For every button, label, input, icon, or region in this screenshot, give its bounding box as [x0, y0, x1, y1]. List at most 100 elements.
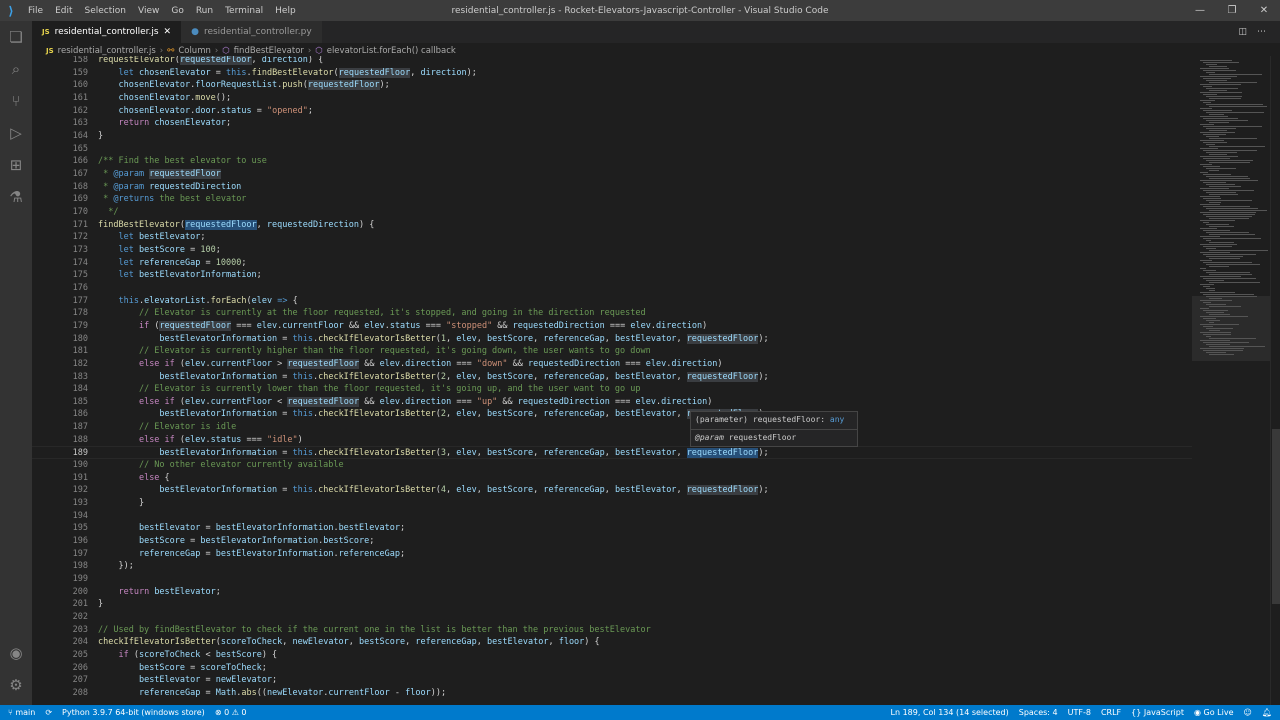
code-line[interactable]: 195 bestElevator = bestElevatorInformati… [32, 522, 1192, 535]
code-line[interactable]: 206 bestScore = scoreToCheck; [32, 662, 1192, 675]
code-line[interactable]: 203 // Used by findBestElevator to check … [32, 624, 1192, 637]
code-line[interactable]: 201} [32, 598, 1192, 611]
code-line[interactable]: 187 // Elevator is idle [32, 421, 1192, 434]
code-line[interactable]: 174 let referenceGap = 10000; [32, 257, 1192, 270]
code-line[interactable]: 168 * @param requestedDirection [32, 181, 1192, 194]
account-icon[interactable]: ◉ [0, 637, 32, 669]
extensions-icon[interactable]: ⊞ [0, 149, 32, 181]
code-line[interactable]: 172 let bestElevator; [32, 231, 1192, 244]
code-line[interactable]: 182 else if (elev.currentFloor > request… [32, 358, 1192, 371]
menu-terminal[interactable]: Terminal [225, 6, 263, 16]
menu-file[interactable]: File [28, 6, 43, 16]
cursor-position[interactable]: Ln 189, Col 134 (14 selected) [891, 708, 1009, 717]
code-token: - [389, 688, 406, 698]
code-line[interactable]: 199 [32, 573, 1192, 586]
code-line[interactable]: 208 referenceGap = Math.abs((newElevator… [32, 687, 1192, 700]
split-editor-icon[interactable]: ◫ [1238, 27, 1247, 37]
code-line[interactable]: 169 * @returns the best elevator [32, 193, 1192, 206]
breadcrumb-file[interactable]: residential_controller.js [58, 46, 156, 56]
line-number: 193 [72, 498, 88, 509]
code-line[interactable]: 166 /** Find the best elevator to use [32, 155, 1192, 168]
menu-selection[interactable]: Selection [85, 6, 126, 16]
close-window-icon[interactable]: ✕ [1248, 0, 1280, 21]
code-line[interactable]: 170 */ [32, 206, 1192, 219]
code-line[interactable]: 207 bestElevator = newElevator; [32, 674, 1192, 687]
code-line[interactable]: 180 bestElevatorInformation = this.check… [32, 333, 1192, 346]
tab-residential-controller-js[interactable]: JS residential_controller.js ✕ [32, 21, 182, 43]
close-tab-icon[interactable]: ✕ [164, 27, 172, 37]
code-line[interactable]: 196 bestScore = bestElevatorInformation.… [32, 535, 1192, 548]
code-line[interactable]: 160 chosenElevator.floorRequestList.push… [32, 79, 1192, 92]
code-line[interactable]: 184 // Elevator is currently lower than … [32, 383, 1192, 396]
indentation[interactable]: Spaces: 4 [1019, 708, 1058, 717]
code-token: 10000 [215, 257, 242, 268]
tab-residential-controller-py[interactable]: ● residential_controller.py [181, 21, 322, 43]
go-live-button[interactable]: ◉ Go Live [1194, 708, 1234, 717]
code-line[interactable]: 159 let chosenElevator = this.findBestEl… [32, 67, 1192, 80]
encoding[interactable]: UTF-8 [1068, 708, 1091, 717]
search-icon[interactable]: ⌕ [0, 53, 32, 85]
minimap-line [1209, 106, 1268, 107]
code-line[interactable]: 181 // Elevator is currently higher than… [32, 345, 1192, 358]
code-line[interactable]: 190 // No other elevator currently avail… [32, 459, 1192, 472]
code-line[interactable]: 176 [32, 282, 1192, 295]
code-line[interactable]: 185 else if (elev.currentFloor < request… [32, 396, 1192, 409]
code-line[interactable]: 167 * @param requestedFloor [32, 168, 1192, 181]
run-debug-icon[interactable]: ▷ [0, 117, 32, 149]
code-line[interactable]: 177 this.elevatorList.forEach(elev => { [32, 295, 1192, 308]
scrollbar-thumb[interactable] [1272, 429, 1280, 604]
code-line[interactable]: 202 [32, 611, 1192, 624]
sync-icon[interactable]: ⟳ [45, 708, 52, 717]
code-line[interactable]: 204 checkIfElevatorIsBetter(scoreToCheck,… [32, 636, 1192, 649]
code-line[interactable]: 175 let bestElevatorInformation; [32, 269, 1192, 282]
code-line[interactable]: 188 else if (elev.status === "idle") [32, 434, 1192, 447]
menu-run[interactable]: Run [196, 6, 213, 16]
restore-icon[interactable]: ❐ [1216, 0, 1248, 21]
code-line[interactable]: 183 bestElevatorInformation = this.check… [32, 371, 1192, 384]
source-control-icon[interactable]: ⑂ [0, 85, 32, 117]
menu-go[interactable]: Go [171, 6, 183, 16]
vertical-scrollbar[interactable] [1270, 56, 1280, 705]
code-line[interactable]: 198 }); [32, 560, 1192, 573]
code-line[interactable]: 186 bestElevatorInformation = this.check… [32, 408, 1192, 421]
code-line[interactable]: 162 chosenElevator.door.status = "opened… [32, 105, 1192, 118]
code-line[interactable]: 197 referenceGap = bestElevatorInformati… [32, 548, 1192, 561]
breadcrumb-callback[interactable]: elevatorList.forEach() callback [327, 46, 456, 56]
testing-icon[interactable]: ⚗ [0, 181, 32, 213]
minimize-icon[interactable]: — [1184, 0, 1216, 21]
notifications-icon[interactable]: 🔔︎ [1262, 708, 1272, 717]
code-line[interactable]: 158 requestElevator(requestedFloor, direc… [32, 56, 1192, 67]
code-line[interactable]: 178 // Elevator is currently at the floo… [32, 307, 1192, 320]
branch-indicator[interactable]: ⑂ main [8, 708, 35, 717]
code-line[interactable]: 163 return chosenElevator; [32, 117, 1192, 130]
code-editor[interactable]: 158 requestElevator(requestedFloor, direc… [32, 56, 1192, 705]
code-line[interactable]: 193 } [32, 497, 1192, 510]
breadcrumb-method[interactable]: findBestElevator [234, 46, 304, 56]
code-line[interactable]: 189 bestElevatorInformation = this.check… [32, 446, 1192, 460]
code-line[interactable]: 179 if (requestedFloor === elev.currentF… [32, 320, 1192, 333]
code-line[interactable]: 192 bestElevatorInformation = this.check… [32, 484, 1192, 497]
code-line[interactable]: 191 else { [32, 472, 1192, 485]
code-line[interactable]: 205 if (scoreToCheck < bestScore) { [32, 649, 1192, 662]
breadcrumb-class[interactable]: Column [178, 46, 211, 56]
gear-icon[interactable]: ⚙ [0, 669, 32, 701]
code-line[interactable]: 161 chosenElevator.move(); [32, 92, 1192, 105]
line-ending[interactable]: CRLF [1101, 708, 1121, 717]
language-mode[interactable]: {} JavaScript [1131, 708, 1184, 717]
menu-edit[interactable]: Edit [55, 6, 72, 16]
code-token: referenceGap [415, 637, 477, 648]
explorer-icon[interactable]: ❏ [0, 21, 32, 53]
feedback-icon[interactable]: ☺ [1244, 708, 1252, 717]
minimap[interactable] [1192, 56, 1270, 705]
more-actions-icon[interactable]: ⋯ [1257, 27, 1266, 37]
code-line[interactable]: 200 return bestElevator; [32, 586, 1192, 599]
problems-indicator[interactable]: ⊗ 0 ⚠ 0 [215, 708, 247, 717]
menu-help[interactable]: Help [275, 6, 296, 16]
menu-view[interactable]: View [138, 6, 159, 16]
code-line[interactable]: 173 let bestScore = 100; [32, 244, 1192, 257]
code-line[interactable]: 164} [32, 130, 1192, 143]
python-interpreter[interactable]: Python 3.9.7 64-bit (windows store) [62, 708, 205, 717]
code-line[interactable]: 165 [32, 143, 1192, 156]
code-line[interactable]: 171 findBestElevator(requestedFloor, requ… [32, 219, 1192, 232]
code-line[interactable]: 194 [32, 510, 1192, 523]
